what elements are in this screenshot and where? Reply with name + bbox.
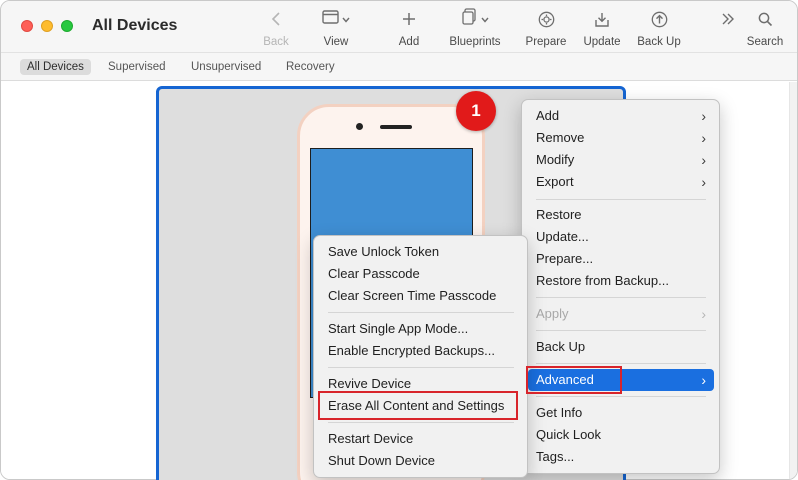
submenu-item-start-single-app-mode[interactable]: Start Single App Mode...: [320, 318, 522, 340]
back-label: Back: [263, 36, 289, 48]
menu-item-update[interactable]: Update...: [528, 226, 714, 248]
chevron-right-icon: ›: [701, 306, 706, 322]
chevron-right-icon: ›: [701, 372, 706, 388]
menu-item-back-up[interactable]: Back Up: [528, 336, 714, 358]
menu-item-modify[interactable]: Modify ›: [528, 149, 714, 171]
toolbar: All Devices Back View Add Blueprints Pre…: [1, 1, 797, 53]
chevron-right-icon: ›: [701, 130, 706, 146]
filter-all-devices[interactable]: All Devices: [20, 59, 91, 75]
back-button[interactable]: Back: [259, 9, 293, 51]
submenu-item-restart-device[interactable]: Restart Device: [320, 428, 522, 450]
scrollbar[interactable]: [789, 82, 797, 479]
menu-item-apply: Apply ›: [528, 303, 714, 325]
chevron-left-icon: [271, 9, 281, 29]
filter-supervised[interactable]: Supervised: [101, 59, 173, 75]
blueprints-button[interactable]: Blueprints: [445, 8, 505, 51]
download-tray-icon: [594, 9, 610, 29]
menu-item-export[interactable]: Export ›: [528, 171, 714, 193]
submenu-item-shut-down-device[interactable]: Shut Down Device: [320, 450, 522, 472]
view-button[interactable]: View: [317, 9, 355, 51]
menu-separator: [536, 396, 706, 397]
submenu-item-enable-encrypted-backups[interactable]: Enable Encrypted Backups...: [320, 340, 522, 362]
gear-circle-icon: [538, 9, 555, 29]
search-label: Search: [746, 36, 784, 48]
chevron-right-icon: ›: [701, 108, 706, 124]
menu-item-tags[interactable]: Tags...: [528, 446, 714, 468]
chevron-right-icon: ›: [701, 152, 706, 168]
window-title: All Devices: [92, 17, 178, 34]
menu-item-advanced[interactable]: Advanced ›: [528, 369, 714, 391]
plus-icon: [402, 9, 416, 29]
menu-item-restore[interactable]: Restore: [528, 204, 714, 226]
advanced-submenu: Save Unlock Token Clear Passcode Clear S…: [313, 235, 528, 478]
menu-separator: [536, 330, 706, 331]
menu-separator: [328, 312, 514, 313]
context-menu: Add › Remove › Modify › Export › Restore Upd…: [521, 99, 720, 474]
prepare-button[interactable]: Prepare: [524, 9, 568, 51]
submenu-item-save-unlock-token[interactable]: Save Unlock Token: [320, 241, 522, 263]
more-toolbar-items-button[interactable]: [717, 9, 739, 51]
filter-recovery[interactable]: Recovery: [279, 59, 342, 75]
update-button[interactable]: Update: [581, 9, 623, 51]
front-camera: [356, 123, 363, 130]
minimize-window-button[interactable]: [41, 20, 53, 32]
menu-item-remove[interactable]: Remove ›: [528, 127, 714, 149]
menu-item-quick-look[interactable]: Quick Look: [528, 424, 714, 446]
filter-unsupervised[interactable]: Unsupervised: [184, 59, 268, 75]
submenu-item-revive-device[interactable]: Revive Device: [320, 373, 522, 395]
back-up-label: Back Up: [637, 36, 681, 48]
chevron-down-icon: [480, 10, 489, 28]
menu-separator: [536, 297, 706, 298]
menu-separator: [328, 422, 514, 423]
blueprints-label: Blueprints: [449, 36, 501, 48]
arrow-up-circle-icon: [651, 9, 668, 29]
chevron-right-icon: ›: [701, 174, 706, 190]
chevron-down-icon: [342, 10, 350, 28]
filter-bar: All Devices Supervised Unsupervised Reco…: [1, 53, 797, 81]
menu-item-restore-from-backup[interactable]: Restore from Backup...: [528, 270, 714, 292]
zoom-window-button[interactable]: [61, 20, 73, 32]
search-button[interactable]: Search: [745, 9, 785, 51]
window-icon: [322, 9, 339, 29]
submenu-item-erase-all-content[interactable]: Erase All Content and Settings: [320, 395, 522, 417]
view-label: View: [323, 36, 349, 48]
menu-separator: [328, 367, 514, 368]
submenu-item-clear-screen-time-passcode[interactable]: Clear Screen Time Passcode: [320, 285, 522, 307]
step-number-badge: 1: [456, 91, 496, 131]
add-button[interactable]: Add: [394, 9, 424, 51]
submenu-item-clear-passcode[interactable]: Clear Passcode: [320, 263, 522, 285]
menu-item-prepare[interactable]: Prepare...: [528, 248, 714, 270]
prepare-label: Prepare: [525, 36, 567, 48]
menu-separator: [536, 199, 706, 200]
update-label: Update: [583, 36, 621, 48]
add-label: Add: [398, 36, 420, 48]
close-window-button[interactable]: [21, 20, 33, 32]
document-stack-icon: [461, 8, 478, 30]
search-icon: [758, 9, 773, 29]
earpiece-speaker: [380, 125, 412, 129]
menu-separator: [536, 363, 706, 364]
back-up-button[interactable]: Back Up: [635, 9, 683, 51]
double-chevron-right-icon: [721, 9, 735, 29]
menu-item-add[interactable]: Add ›: [528, 105, 714, 127]
menu-item-get-info[interactable]: Get Info: [528, 402, 714, 424]
